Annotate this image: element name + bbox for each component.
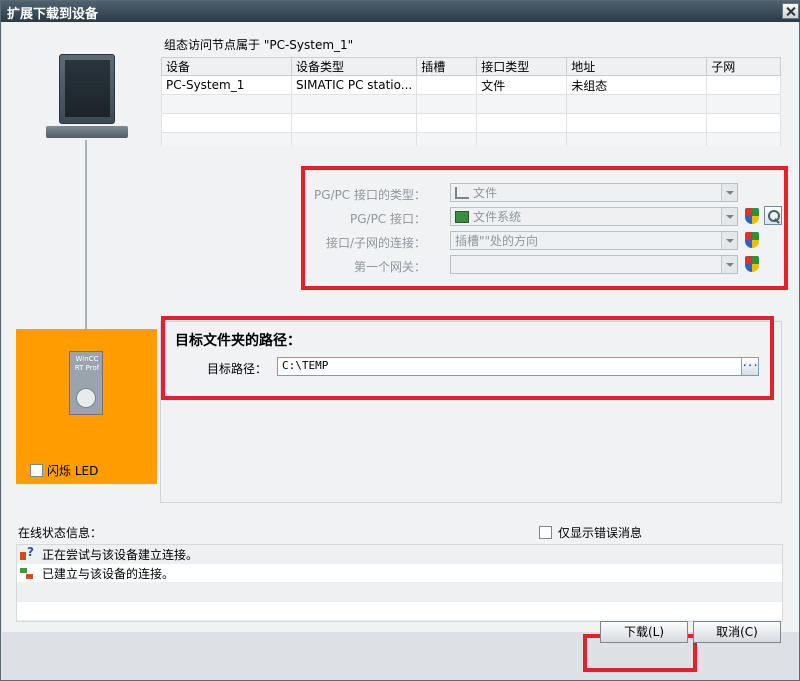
list-item: 正在尝试与该设备建立连接。 (17, 545, 782, 564)
pc-station-icon (46, 54, 128, 140)
table-cell: PC-System_1 (161, 75, 292, 95)
wincc-device-icon: WinCC RT Prof (69, 351, 103, 415)
errors-only-label: 仅显示错误消息 (558, 526, 643, 540)
col-interface-type[interactable]: 接口类型 (476, 57, 568, 76)
status-message: 正在尝试与该设备建立连接。 (42, 547, 199, 562)
list-item: 已建立与该设备的连接。 (17, 564, 782, 583)
pc-base (46, 126, 128, 138)
target-highlight-frame (161, 316, 774, 400)
download-dialog: 扩展下载到设备 WinCC RT Prof 闪烁 LED 组态访问节点属于 "P… (0, 0, 800, 681)
col-subnet[interactable]: 子网 (706, 57, 781, 76)
status-list: 正在尝试与该设备建立连接。 已建立与该设备的连接。 (16, 544, 783, 622)
connected-icon (19, 566, 36, 581)
trying-connect-icon (19, 545, 36, 562)
status-message: 已建立与该设备的连接。 (42, 566, 175, 581)
pc-screen (65, 60, 110, 117)
errors-only-checkbox[interactable]: 仅显示错误消息 (539, 524, 642, 541)
table-cell (706, 75, 781, 95)
table-cell: 未组态 (566, 75, 708, 95)
table-cell: 文件 (476, 75, 568, 95)
table-cell: SIMATIC PC statio... (290, 75, 418, 95)
col-address[interactable]: 地址 (566, 57, 708, 76)
table-cell (416, 75, 478, 95)
table-row[interactable]: PC-System_1 SIMATIC PC statio... 文件 未组态 (161, 75, 781, 95)
device-panel: WinCC RT Prof 闪烁 LED (16, 329, 157, 484)
device-table: 设备 设备类型 插槽 接口类型 地址 子网 PC-System_1 SIMATI… (161, 57, 781, 152)
cancel-button[interactable]: 取消(C) (693, 621, 781, 643)
col-device[interactable]: 设备 (161, 57, 292, 76)
flash-led-checkbox[interactable]: 闪烁 LED (30, 462, 98, 479)
dialog-content: WinCC RT Prof 闪烁 LED 组态访问节点属于 "PC-System… (2, 22, 799, 672)
download-button[interactable]: 下载(L) (600, 621, 688, 643)
close-button[interactable] (782, 3, 799, 19)
list-item (17, 602, 782, 621)
errors-only-checkbox-box[interactable] (539, 526, 552, 539)
flash-led-checkbox-box[interactable] (30, 464, 43, 477)
table-row (161, 113, 781, 133)
interface-highlight-frame (301, 166, 788, 290)
status-title: 在线状态信息： (18, 526, 103, 540)
pc-lid (59, 54, 115, 124)
col-device-type[interactable]: 设备类型 (290, 57, 418, 76)
titlebar: 扩展下载到设备 (1, 1, 800, 22)
device-label: WinCC RT Prof (74, 355, 100, 372)
device-table-title: 组态访问节点属于 "PC-System_1" (164, 38, 354, 52)
list-item (17, 583, 782, 602)
window-title: 扩展下载到设备 (7, 7, 99, 22)
table-row (161, 94, 781, 114)
flash-led-label: 闪烁 LED (47, 464, 99, 478)
device-led-icon (76, 388, 96, 408)
col-slot[interactable]: 插槽 (416, 57, 478, 76)
